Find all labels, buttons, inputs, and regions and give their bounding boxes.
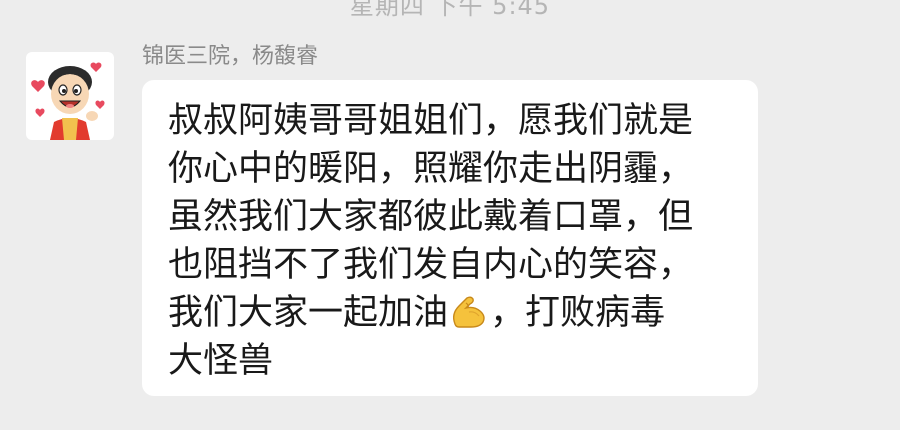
message-line: 大怪兽	[168, 341, 274, 381]
message-line-with-emoji: 我们大家一起加油 ，打败病毒	[168, 289, 740, 337]
message-line: 也阻挡不了我们发自内心的笑容，	[168, 245, 694, 285]
flexed-biceps-icon	[449, 294, 489, 330]
message-text-segment: ，打败病毒	[490, 293, 666, 333]
message-line: 你心中的暖阳，照耀你走出阴霾，	[168, 149, 694, 189]
sender-avatar[interactable]	[26, 52, 114, 140]
chat-timestamp: 星期四 下午 5:45	[349, 0, 551, 20]
message-line: 虽然我们大家都彼此戴着口罩，但	[168, 197, 694, 237]
sender-name: 锦医三院，杨馥睿	[142, 44, 319, 69]
message-bubble[interactable]: 叔叔阿姨哥哥姐姐们，愿我们就是 你心中的暖阳，照耀你走出阴霾， 虽然我们大家都彼…	[142, 80, 758, 396]
message-text-segment: 我们大家一起加油	[168, 293, 449, 333]
cartoon-boy-avatar-icon	[31, 62, 105, 140]
message-line: 叔叔阿姨哥哥姐姐们，愿我们就是	[168, 101, 694, 141]
